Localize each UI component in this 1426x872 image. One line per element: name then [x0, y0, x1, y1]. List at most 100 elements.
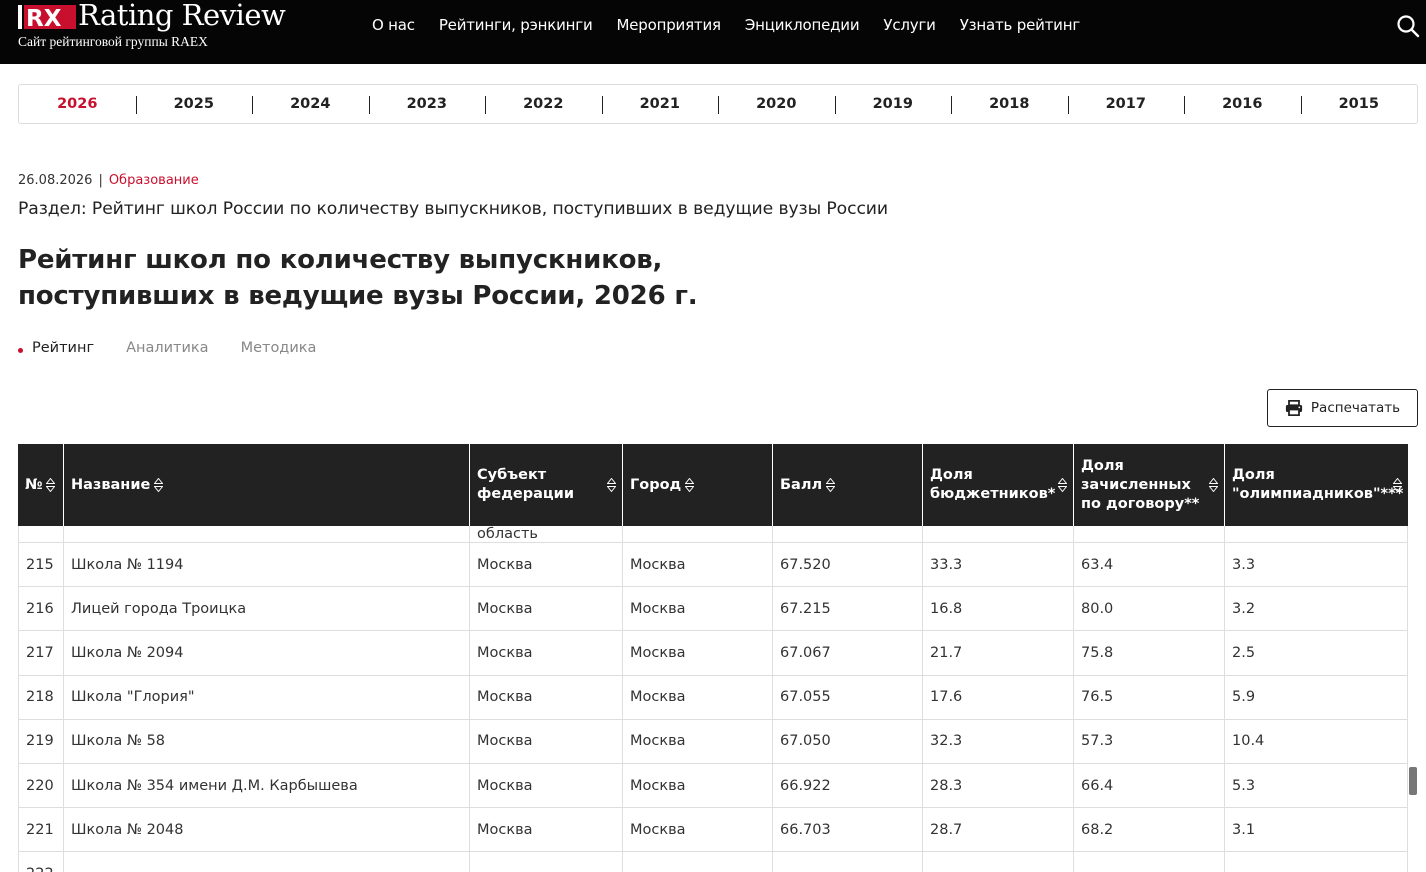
- column-header-label: Балл: [780, 476, 823, 493]
- cell-olympiad-share: 5.9: [1225, 675, 1408, 719]
- cell-city: Москва: [623, 719, 773, 763]
- tab-year-2023[interactable]: 2023: [368, 85, 486, 123]
- cell-region: Москва: [470, 587, 623, 631]
- column-header-olympiad-share[interactable]: Доля "олимпиадников"***: [1225, 444, 1408, 526]
- cell-rank: 216: [18, 587, 64, 631]
- svg-text:RX: RX: [26, 6, 62, 29]
- page-title-line-2: поступивших в ведущие вузы России, 2026 …: [18, 281, 698, 311]
- subtab-rating[interactable]: Рейтинг: [18, 340, 94, 356]
- cell-budget-share: 33.3: [923, 543, 1074, 587]
- cell-budget-share: 32.3: [923, 719, 1074, 763]
- sort-icon: [1393, 478, 1402, 492]
- column-header-number[interactable]: №: [18, 444, 64, 526]
- cell-region: Москва: [470, 631, 623, 675]
- column-header-label: Доля "олимпиадников"***: [1232, 467, 1404, 502]
- cell-region: [470, 852, 623, 872]
- nav-encyclopedias[interactable]: Энциклопедии: [745, 16, 860, 34]
- tab-year-2021[interactable]: 2021: [601, 85, 719, 123]
- cell-city: Москва: [623, 675, 773, 719]
- cell-score: 66.922: [773, 763, 923, 808]
- year-tabs: 2026 2025 2024 2023 2022 2021 2020 2019 …: [18, 84, 1418, 124]
- table-header: № Название Субъект федерации Город Балл …: [18, 444, 1408, 526]
- subtab-methodology[interactable]: Методика: [241, 340, 317, 356]
- section-heading: Раздел: Рейтинг школ России по количеств…: [18, 199, 888, 219]
- table-row: 219 Школа № 58 Москва Москва 67.050 32.3 57.3 1…: [18, 719, 1408, 764]
- table-row: 217 Школа № 2094 Москва Москва 67.067 21.7 75.…: [18, 631, 1408, 676]
- scrollbar-thumb[interactable]: [1409, 767, 1417, 795]
- cell-budget-share: 17.6: [923, 675, 1074, 719]
- nav-about[interactable]: О нас: [372, 16, 415, 34]
- nav-services[interactable]: Услуги: [883, 16, 935, 34]
- cell-olympiad-share: 3.2: [1225, 587, 1408, 631]
- cell-school-name: Школа № 58: [64, 719, 470, 763]
- tab-year-2026[interactable]: 2026: [19, 85, 136, 123]
- rating-table: № Название Субъект федерации Город Балл …: [18, 444, 1408, 872]
- search-icon[interactable]: [1396, 14, 1420, 38]
- table-row: 216 Лицей города Троицка Москва Москва 67.21…: [18, 587, 1408, 632]
- column-header-score[interactable]: Балл: [773, 444, 923, 526]
- column-header-contract-share[interactable]: Доля зачисленных по договору**: [1074, 444, 1225, 526]
- cell-contract-share: 80.0: [1074, 587, 1225, 631]
- sort-icon: [154, 478, 164, 492]
- cell-school-name: Школа № 2094: [64, 631, 470, 675]
- column-header-budget-share[interactable]: Доля бюджетников*: [923, 444, 1074, 526]
- cell-school-name: Школа "Глория": [64, 675, 470, 719]
- cell-score: 67.215: [773, 587, 923, 631]
- column-header-name[interactable]: Название: [64, 444, 470, 526]
- cell-city: Москва: [623, 808, 773, 852]
- cell-region: Москва: [470, 675, 623, 719]
- rx-logo-mark: RX: [18, 5, 76, 29]
- page-title: Рейтинг школ по количеству выпускников, …: [18, 242, 778, 314]
- cell-school-name: Школа № 354 имени Д.М. Карбышева: [64, 763, 470, 808]
- nav-ratings[interactable]: Рейтинги, рэнкинги: [439, 16, 593, 34]
- nav-events[interactable]: Мероприятия: [617, 16, 721, 34]
- cell-region: Москва: [470, 719, 623, 763]
- tab-year-2018[interactable]: 2018: [951, 85, 1068, 123]
- nav-get-rating[interactable]: Узнать рейтинг: [960, 16, 1081, 34]
- logo-title: Rating Review: [78, 0, 286, 32]
- cell-rank: 222: [18, 852, 64, 872]
- content-subtabs: Рейтинг Аналитика Методика: [18, 340, 316, 356]
- cell-school-name: Лицей города Троицка: [64, 587, 470, 631]
- tab-year-2020[interactable]: 2020: [718, 85, 835, 123]
- tab-year-2022[interactable]: 2022: [485, 85, 602, 123]
- cell-city: Москва: [623, 631, 773, 675]
- column-header-city[interactable]: Город: [623, 444, 773, 526]
- cell-school-name: Школа № 1194: [64, 543, 470, 587]
- subtab-analytics[interactable]: Аналитика: [126, 340, 209, 356]
- cell-budget-share: [923, 852, 1074, 872]
- tab-year-2017[interactable]: 2017: [1067, 85, 1185, 123]
- article-meta: 26.08.2026 | Образование: [18, 173, 199, 188]
- column-header-label: Субъект федерации: [477, 467, 574, 502]
- cell-school-name: [64, 852, 470, 872]
- tab-year-2016[interactable]: 2016: [1184, 85, 1301, 123]
- cell-contract-share: 76.5: [1074, 675, 1225, 719]
- cell-score: 66.703: [773, 808, 923, 852]
- main-nav: О нас Рейтинги, рэнкинги Мероприятия Энц…: [372, 16, 1080, 34]
- cell-region-text: область: [477, 526, 538, 542]
- cell-city: [623, 852, 773, 872]
- column-header-label: №: [25, 476, 43, 493]
- cell-contract-share: 63.4: [1074, 543, 1225, 587]
- print-button[interactable]: Распечатать: [1267, 389, 1418, 427]
- cell-contract-share: 75.8: [1074, 631, 1225, 675]
- cell-rank: 218: [18, 675, 64, 719]
- column-header-label: Название: [71, 476, 151, 493]
- tab-year-2019[interactable]: 2019: [834, 85, 952, 123]
- table-row: 222: [18, 852, 1408, 872]
- column-header-label: Город: [630, 476, 682, 493]
- cell-score: 67.520: [773, 543, 923, 587]
- meta-separator: |: [98, 173, 103, 188]
- cell-score: 67.050: [773, 719, 923, 763]
- column-header-region[interactable]: Субъект федерации: [470, 444, 623, 526]
- tab-year-2024[interactable]: 2024: [252, 85, 369, 123]
- column-header-label: Доля зачисленных по договору**: [1081, 457, 1200, 512]
- table-row: 221 Школа № 2048 Москва Москва 66.703 28.7 68.…: [18, 808, 1408, 853]
- sort-icon: [1058, 478, 1067, 492]
- tab-year-2025[interactable]: 2025: [135, 85, 253, 123]
- cell-region: Москва: [470, 808, 623, 852]
- tab-year-2015[interactable]: 2015: [1300, 85, 1418, 123]
- category-link[interactable]: Образование: [109, 173, 199, 188]
- cell-budget-share: 28.3: [923, 763, 1074, 808]
- cell-rank: 219: [18, 719, 64, 763]
